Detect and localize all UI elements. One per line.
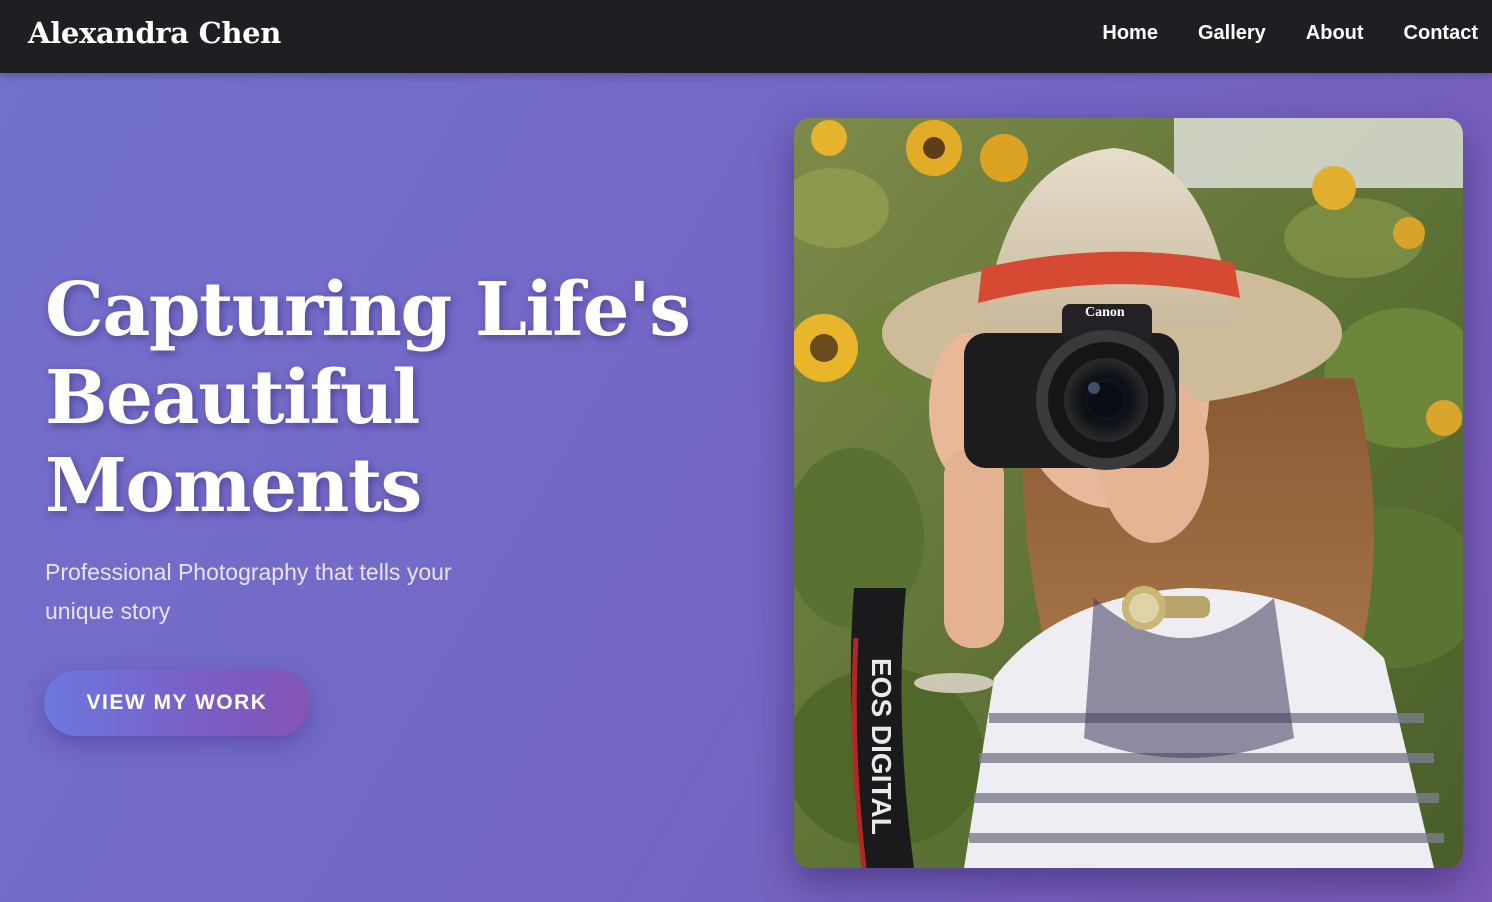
nav-link-about[interactable]: About: [1306, 22, 1364, 45]
page: Alexandra Chen Home Gallery About Contac…: [0, 0, 1492, 902]
strap-text: EOS DIGITAL: [866, 658, 897, 835]
hero-title-line: Capturing Life's: [45, 267, 691, 353]
hero-subtitle: Professional Photography that tells your…: [45, 559, 452, 624]
camera-brand-text: Canon: [1085, 305, 1125, 320]
top-navbar: Alexandra Chen Home Gallery About Contac…: [0, 0, 1492, 73]
nav-link-gallery[interactable]: Gallery: [1198, 22, 1266, 45]
main-nav: Home Gallery About Contact: [1102, 22, 1478, 45]
hero-photo-photographer-with-camera: EOS DIGITAL Canon: [794, 118, 1463, 868]
hero-title-line: Beautiful: [45, 355, 420, 441]
view-my-work-button[interactable]: VIEW MY WORK: [44, 670, 310, 736]
nav-link-contact[interactable]: Contact: [1404, 22, 1478, 45]
hero-title-line: Moments: [45, 443, 422, 529]
hero-title: Capturing Life's Beautiful Moments: [45, 266, 745, 530]
nav-link-home[interactable]: Home: [1102, 22, 1158, 45]
site-brand-logo[interactable]: Alexandra Chen: [28, 16, 281, 50]
